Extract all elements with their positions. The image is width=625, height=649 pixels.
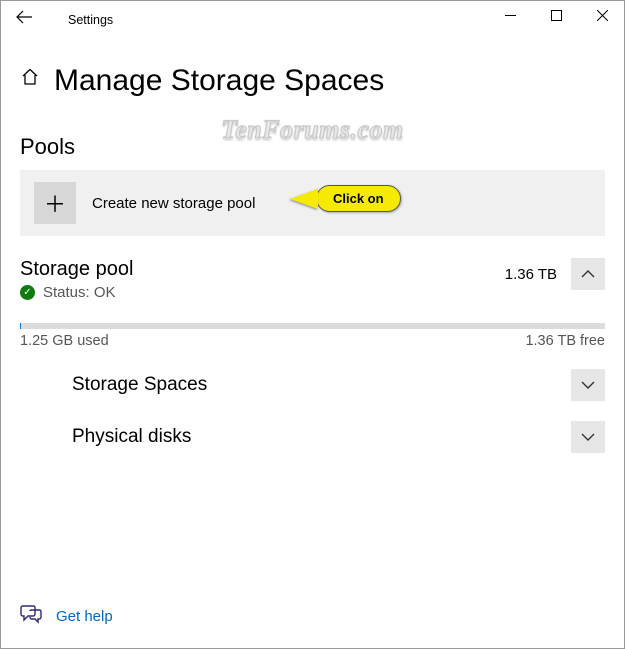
back-button[interactable] <box>12 8 36 32</box>
status-ok-icon: ✓ <box>20 285 35 300</box>
expand-storage-spaces-button[interactable] <box>571 369 605 401</box>
callout-text: Click on <box>316 185 401 212</box>
create-new-storage-pool-button[interactable]: ＋ Create new storage pool Click on <box>20 170 605 236</box>
chevron-down-icon <box>581 432 595 442</box>
storage-pool-row: Storage pool ✓ Status: OK 1.36 TB <box>20 258 605 301</box>
minimize-button[interactable] <box>487 0 533 30</box>
pool-size: 1.36 TB <box>505 266 557 283</box>
chevron-up-icon <box>581 269 595 279</box>
back-arrow-icon <box>16 10 32 24</box>
window-title: Settings <box>68 13 113 27</box>
pool-status-label: Status: OK <box>43 284 116 301</box>
pool-name: Storage pool <box>20 258 505 281</box>
get-help-label: Get help <box>56 608 113 625</box>
page-header: Manage Storage Spaces <box>0 40 625 106</box>
window-controls <box>487 0 625 30</box>
usage-labels: 1.25 GB used 1.36 TB free <box>20 333 605 349</box>
maximize-button[interactable] <box>533 0 579 30</box>
get-help-link[interactable]: Get help <box>20 604 113 629</box>
pool-status: ✓ Status: OK <box>20 284 505 301</box>
chevron-down-icon <box>581 380 595 390</box>
expand-physical-disks-button[interactable] <box>571 421 605 453</box>
usage-fill <box>20 323 21 329</box>
storage-spaces-row[interactable]: Storage Spaces <box>20 369 605 401</box>
annotation-callout: Click on <box>290 185 401 212</box>
used-label: 1.25 GB used <box>20 333 109 349</box>
pools-heading: Pools <box>20 134 605 160</box>
collapse-pool-button[interactable] <box>571 258 605 290</box>
plus-icon: ＋ <box>34 182 76 224</box>
physical-disks-label: Physical disks <box>72 426 571 448</box>
storage-spaces-label: Storage Spaces <box>72 374 571 396</box>
page-title: Manage Storage Spaces <box>54 64 384 98</box>
help-chat-icon <box>20 604 42 629</box>
close-button[interactable] <box>579 0 625 30</box>
content: Pools ＋ Create new storage pool Click on… <box>0 134 625 453</box>
home-icon[interactable] <box>20 66 40 96</box>
free-label: 1.36 TB free <box>525 333 605 349</box>
create-pool-label: Create new storage pool <box>92 195 255 212</box>
usage-bar <box>20 323 605 329</box>
physical-disks-row[interactable]: Physical disks <box>20 421 605 453</box>
callout-tail-icon <box>290 189 318 209</box>
